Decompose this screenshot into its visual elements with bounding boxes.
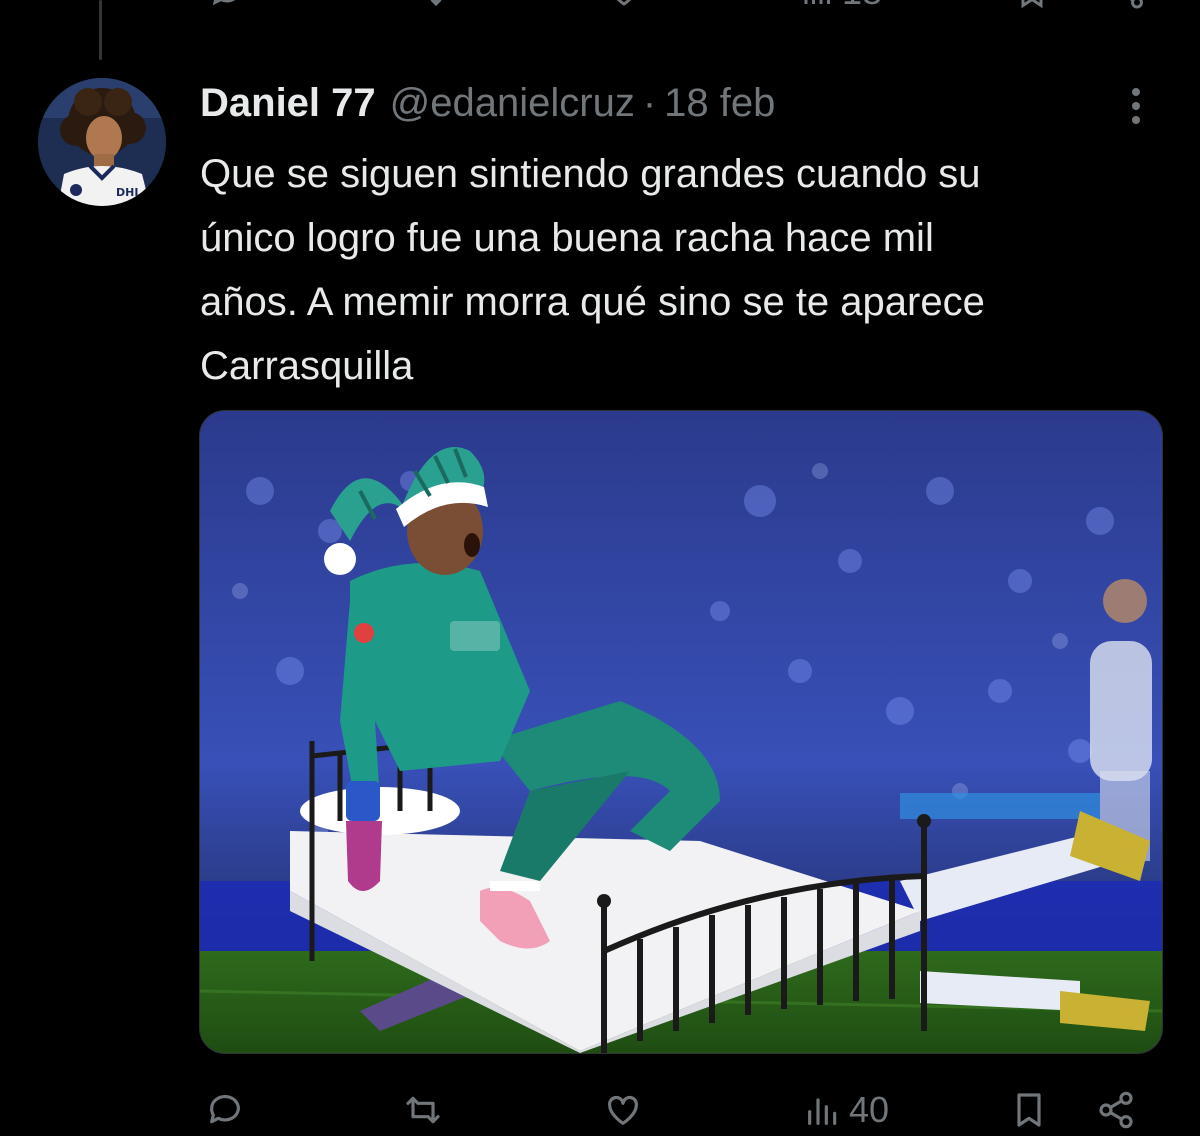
retweet-icon xyxy=(430,0,442,7)
views-button[interactable]: 40 xyxy=(803,1082,889,1136)
more-vertical-icon xyxy=(1132,88,1140,124)
previous-bookmark-button[interactable] xyxy=(1010,0,1054,12)
share-button[interactable] xyxy=(1096,1082,1136,1136)
avatar[interactable]: DHL xyxy=(38,78,166,206)
tweet-date[interactable]: 18 feb xyxy=(664,81,775,126)
avatar-badge-text: DHL xyxy=(116,186,141,199)
previous-like-button[interactable] xyxy=(602,0,646,12)
avatar-image: DHL xyxy=(38,78,166,206)
user-handle[interactable]: @edanielcruz xyxy=(390,81,635,126)
display-name[interactable]: Daniel 77 xyxy=(200,81,376,126)
like-button[interactable] xyxy=(603,1082,643,1136)
bookmark-button[interactable] xyxy=(1009,1082,1049,1136)
previous-share-button[interactable] xyxy=(1106,0,1150,12)
tweet-text-line: Que se siguen sintiendo grandes cuando s… xyxy=(200,152,981,196)
views-count: 40 xyxy=(849,1089,890,1130)
previous-retweet-button[interactable] xyxy=(405,0,449,12)
tweet-media-image[interactable] xyxy=(199,410,1163,1054)
reply-button[interactable] xyxy=(205,1082,245,1136)
tweet-actions: 40 xyxy=(0,1082,1200,1136)
more-options-button[interactable] xyxy=(1116,84,1156,128)
retweet-icon xyxy=(406,1096,440,1124)
tweet-text: Que se siguen sintiendo grandes cuando s… xyxy=(200,142,1180,398)
reply-icon xyxy=(212,0,236,6)
thread-connector-line xyxy=(99,0,102,60)
previous-tweet-actions: 18 xyxy=(0,0,1200,12)
views-icon xyxy=(808,1098,837,1125)
separator-dot: · xyxy=(642,80,657,125)
share-icon xyxy=(1129,0,1143,9)
heart-icon xyxy=(608,1095,638,1125)
previous-reply-button[interactable] xyxy=(205,0,249,12)
views-icon xyxy=(804,0,830,4)
bookmark-icon xyxy=(1017,1093,1041,1127)
previous-views-count: 18 xyxy=(842,0,882,13)
reply-icon xyxy=(210,1094,240,1124)
heart-icon xyxy=(616,0,632,6)
tweet-page: 18 DHL Danie xyxy=(0,0,1200,1136)
tweet-text-line: único logro fue una buena racha hace mil xyxy=(200,216,934,260)
bookmark-icon xyxy=(1021,0,1043,9)
previous-views-button[interactable]: 18 xyxy=(800,0,910,12)
meme-image xyxy=(200,411,1162,1053)
tweet-text-line: Carrasquilla xyxy=(200,344,414,388)
tweet-text-line: años. A memir morra qué sino se te apare… xyxy=(200,280,985,324)
tweet-header: Daniel 77 @edanielcruz · 18 feb xyxy=(200,78,775,128)
share-icon xyxy=(1099,1091,1133,1129)
retweet-button[interactable] xyxy=(403,1082,443,1136)
